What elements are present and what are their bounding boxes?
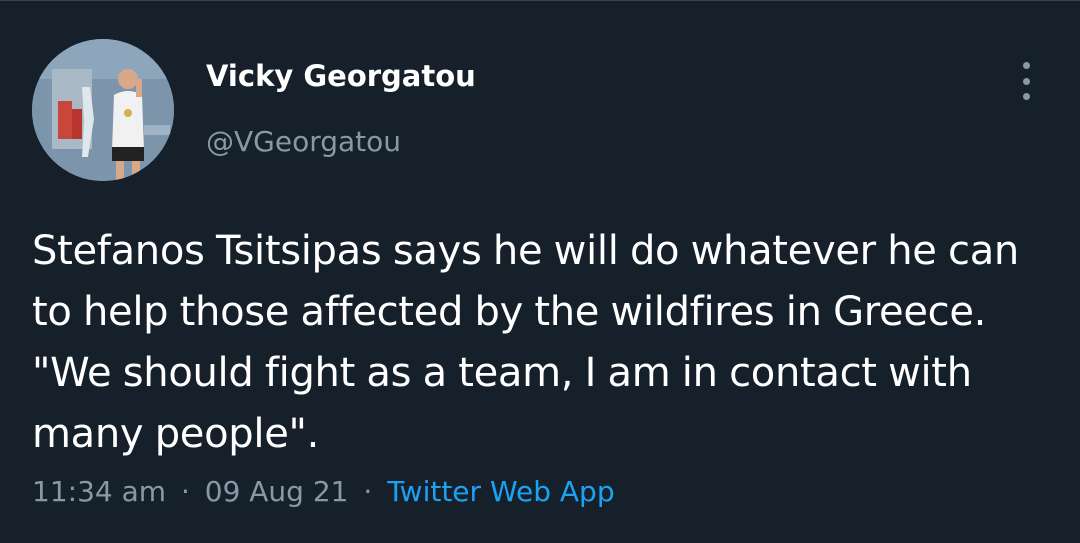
avatar[interactable] xyxy=(32,39,174,181)
tweet-time[interactable]: 11:34 am xyxy=(32,475,166,508)
meta-separator: · xyxy=(180,475,190,508)
more-dot xyxy=(1022,62,1030,69)
display-name[interactable]: Vicky Georgatou xyxy=(206,59,476,93)
more-vertical-icon[interactable] xyxy=(1008,59,1044,103)
tweet-date[interactable]: 09 Aug 21 xyxy=(205,475,349,508)
meta-separator: · xyxy=(363,475,373,508)
tweet-meta: 11:34 am · 09 Aug 21 · Twitter Web App xyxy=(32,475,615,508)
user-handle[interactable]: @VGeorgatou xyxy=(206,125,401,158)
avatar-photo xyxy=(32,39,174,181)
more-dot xyxy=(1022,77,1030,85)
tweet-source-link[interactable]: Twitter Web App xyxy=(387,475,614,508)
more-dot xyxy=(1022,93,1030,100)
tweet-text: Stefanos Tsitsipas says he will do whate… xyxy=(32,228,1019,457)
tweet-card: Vicky Georgatou @VGeorgatou Stefanos Tsi… xyxy=(0,0,1080,543)
